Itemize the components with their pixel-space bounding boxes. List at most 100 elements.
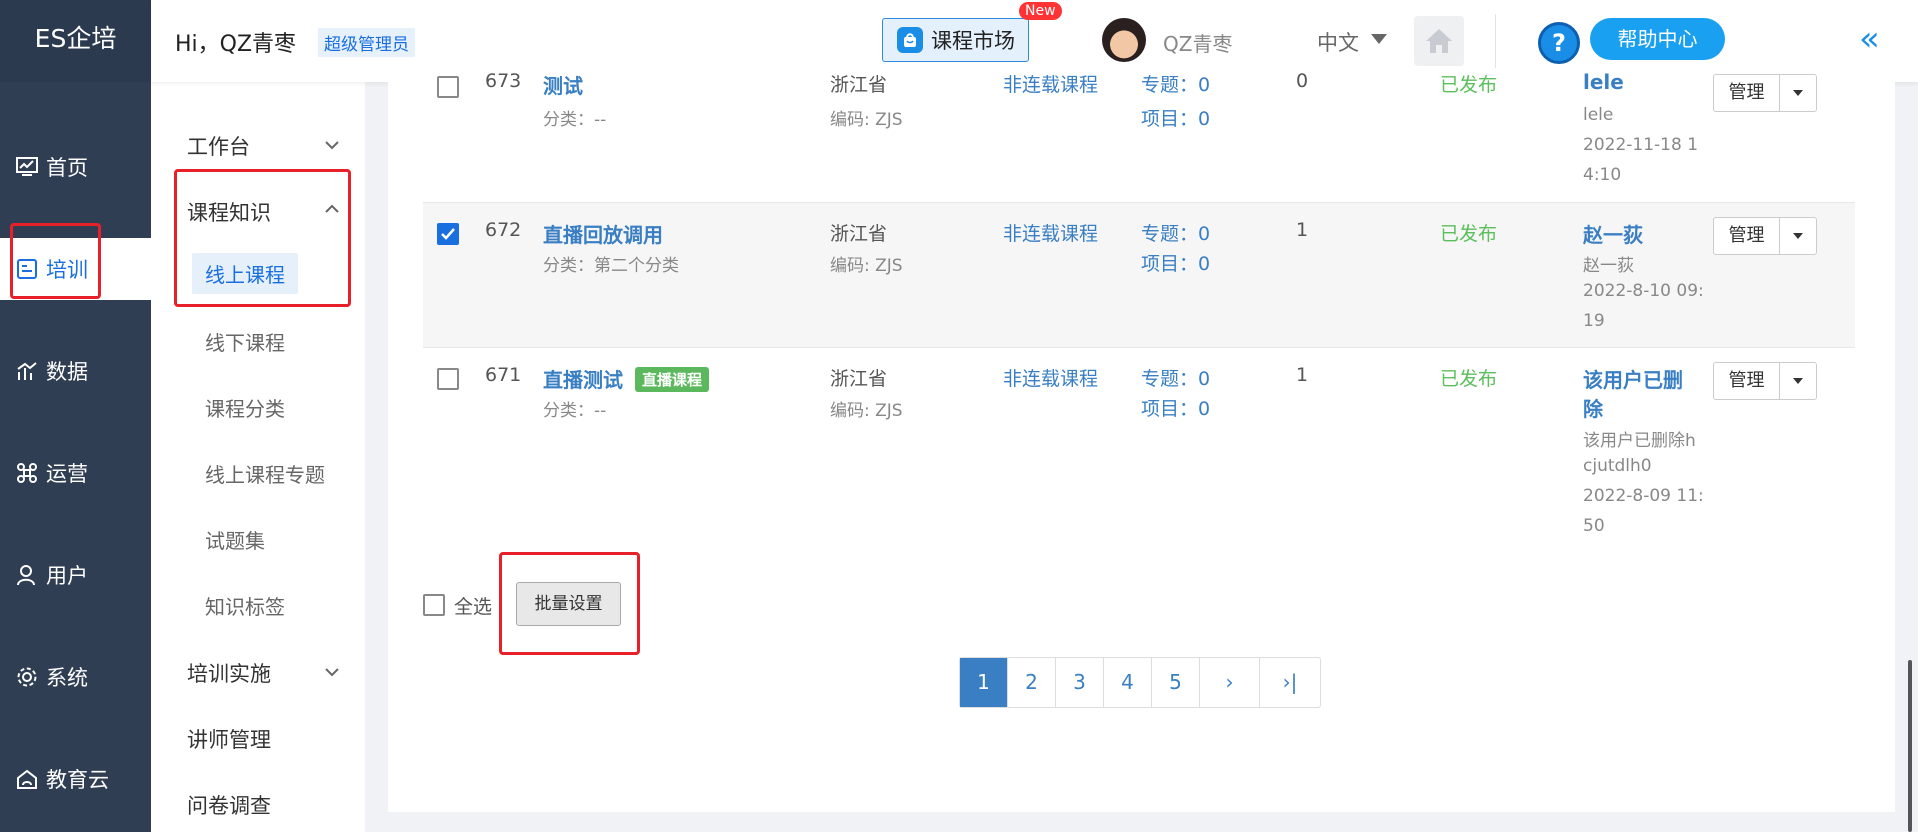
nav2-group-training-execution[interactable]: 培训实施 — [187, 658, 271, 688]
project-count[interactable]: 项目：0 — [1141, 249, 1210, 276]
page-5[interactable]: 5 — [1152, 658, 1200, 707]
select-all-checkbox[interactable] — [423, 594, 445, 616]
training-icon — [14, 256, 40, 282]
avatar[interactable] — [1102, 18, 1146, 62]
manage-label[interactable]: 管理 — [1714, 363, 1780, 399]
page-2[interactable]: 2 — [1008, 658, 1056, 707]
new-badge: New — [1019, 2, 1062, 20]
course-province: 浙江省 — [830, 368, 888, 390]
nav2-group-course-knowledge[interactable]: 课程知识 — [187, 197, 271, 227]
dashboard-icon — [14, 154, 40, 180]
home-button[interactable] — [1414, 16, 1464, 66]
course-code: 编码: ZJS — [830, 256, 903, 276]
next-page-icon[interactable]: › — [1200, 658, 1260, 707]
nav-item-label: 教育云 — [46, 768, 109, 792]
course-id: 672 — [485, 219, 522, 241]
caret-down-icon[interactable] — [1780, 75, 1816, 111]
greeting: Hi，QZ青枣 — [175, 32, 297, 57]
nav2-item-question-sets[interactable]: 试题集 — [205, 525, 265, 554]
select-all-label[interactable]: 全选 — [454, 592, 492, 619]
course-title[interactable]: 直播回放调用 — [543, 219, 663, 248]
topic-count[interactable]: 专题：0 — [1141, 70, 1210, 97]
course-category: 分类：第二个分类 — [543, 256, 679, 276]
last-page-icon[interactable]: ›| — [1260, 658, 1320, 707]
nav-item-users[interactable]: 用户 — [0, 544, 151, 606]
manage-label[interactable]: 管理 — [1714, 75, 1780, 111]
project-count[interactable]: 项目：0 — [1141, 394, 1210, 421]
nav2-group-workbench[interactable]: 工作台 — [187, 131, 250, 161]
row-checkbox[interactable] — [437, 223, 459, 245]
manage-label[interactable]: 管理 — [1714, 218, 1780, 254]
cloud-icon — [14, 766, 40, 792]
nav-item-label: 首页 — [46, 156, 88, 180]
creator-name[interactable]: 该用户已删 — [1583, 364, 1683, 393]
nav2-group-lecturers[interactable]: 讲师管理 — [187, 724, 271, 754]
creator-name[interactable]: lele — [1583, 70, 1624, 94]
creator-account: lele — [1583, 105, 1614, 125]
caret-down-icon[interactable] — [1371, 34, 1387, 44]
user-name[interactable]: QZ青枣 — [1163, 28, 1232, 57]
nav2-item-knowledge-tags[interactable]: 知识标签 — [205, 591, 285, 620]
created-date: 2022-8-09 11: — [1583, 486, 1704, 506]
project-count[interactable]: 项目：0 — [1141, 104, 1210, 131]
nav2-item-online-topics[interactable]: 线上课程专题 — [205, 459, 325, 488]
manage-button[interactable]: 管理 — [1713, 74, 1817, 112]
creator-name-cont[interactable]: 除 — [1583, 393, 1603, 422]
nav-item-data[interactable]: 数据 — [0, 340, 151, 402]
nav-item-operations[interactable]: 运营 — [0, 442, 151, 504]
status-badge: 已发布 — [1440, 223, 1498, 245]
nav2-group-surveys[interactable]: 问卷调查 — [187, 790, 271, 820]
shopping-bag-icon — [897, 27, 923, 53]
course-title[interactable]: 测试 — [543, 70, 583, 99]
course-title[interactable]: 直播测试 直播课程 — [543, 364, 710, 393]
page-4[interactable]: 4 — [1104, 658, 1152, 707]
manage-button[interactable]: 管理 — [1713, 217, 1817, 255]
nav-item-training[interactable]: 培训 — [0, 238, 151, 300]
nav-item-system[interactable]: 系统 — [0, 646, 151, 708]
topic-count[interactable]: 专题：0 — [1141, 364, 1210, 391]
created-time: 4:10 — [1583, 165, 1622, 185]
nav-item-edu-cloud[interactable]: 教育云 — [0, 748, 151, 810]
row-checkbox[interactable] — [437, 76, 459, 98]
collapse-sidebar-icon[interactable]: « — [1859, 22, 1880, 56]
table-row: 672 直播回放调用 分类：第二个分类 浙江省 编码: ZJS 非连载课程 专题… — [423, 203, 1855, 348]
nav2-item-offline-courses[interactable]: 线下课程 — [205, 327, 285, 356]
primary-nav: ES企培 首页 培训 数据 运营 用户 系统 教育云 — [0, 0, 151, 832]
caret-down-icon[interactable] — [1780, 218, 1816, 254]
course-market-button[interactable]: 课程市场 — [882, 18, 1029, 62]
batch-settings-button[interactable]: 批量设置 — [516, 582, 621, 626]
course-serial-type: 非连载课程 — [1003, 368, 1099, 390]
nav2-item-online-courses[interactable]: 线上课程 — [192, 253, 298, 294]
page-1[interactable]: 1 — [960, 658, 1008, 707]
manage-button[interactable]: 管理 — [1713, 362, 1817, 400]
status-badge: 已发布 — [1440, 368, 1498, 390]
nav-item-home[interactable]: 首页 — [0, 136, 151, 198]
course-market-label: 课程市场 — [931, 29, 1015, 53]
page-3[interactable]: 3 — [1056, 658, 1104, 707]
nav-item-label: 用户 — [46, 564, 88, 588]
row-checkbox[interactable] — [437, 368, 459, 390]
header-divider — [1495, 14, 1496, 68]
created-date: 2022-8-10 09: — [1583, 281, 1704, 301]
language-select[interactable]: 中文 — [1317, 27, 1359, 57]
caret-down-icon[interactable] — [1780, 363, 1816, 399]
checkmark-icon — [441, 228, 455, 240]
help-center-button[interactable]: 帮助中心 — [1590, 18, 1725, 60]
pagination: 1 2 3 4 5 › ›| — [959, 657, 1321, 708]
scrollbar[interactable] — [1908, 660, 1912, 832]
course-code: 编码: ZJS — [830, 401, 903, 421]
student-count: 1 — [1296, 219, 1309, 241]
chevron-down-icon — [325, 668, 339, 677]
creator-account: 该用户已删除h — [1583, 431, 1696, 451]
user-icon — [14, 562, 40, 588]
nav2-item-course-categories[interactable]: 课程分类 — [205, 393, 285, 422]
creator-name[interactable]: 赵一荻 — [1583, 219, 1643, 248]
topic-count[interactable]: 专题：0 — [1141, 219, 1210, 246]
nav-item-label: 运营 — [46, 462, 88, 486]
home-icon — [1426, 29, 1452, 53]
nav-item-label: 培训 — [46, 258, 88, 282]
nav-item-label: 数据 — [46, 360, 88, 384]
app-logo[interactable]: ES企培 — [0, 0, 151, 82]
help-icon[interactable]: ? — [1538, 22, 1580, 64]
course-serial-type: 非连载课程 — [1003, 223, 1099, 245]
